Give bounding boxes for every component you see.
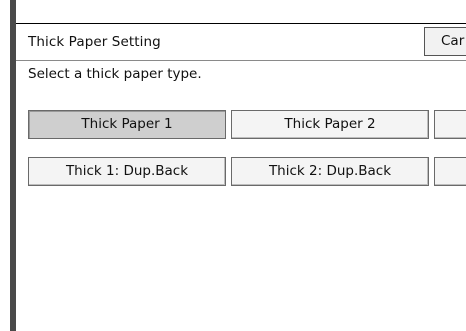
instruction-text: Select a thick paper type.	[28, 66, 202, 82]
thick-paper-2-button[interactable]: Thick Paper 2	[231, 110, 429, 139]
thick-1-dup-back-button[interactable]: Thick 1: Dup.Back	[28, 157, 226, 186]
thick-paper-1-button[interactable]: Thick Paper 1	[28, 110, 226, 139]
thick-paper-option-6-button[interactable]	[434, 157, 466, 186]
thick-2-dup-back-button[interactable]: Thick 2: Dup.Back	[231, 157, 429, 186]
top-divider	[16, 0, 466, 24]
thick-paper-option-3-button[interactable]	[434, 110, 466, 139]
cancel-button[interactable]: Car	[424, 27, 466, 56]
page-title: Thick Paper Setting	[28, 34, 161, 50]
thick-paper-setting-screen: Thick Paper Setting Car Select a thick p…	[0, 0, 466, 331]
outer-background	[0, 0, 10, 331]
